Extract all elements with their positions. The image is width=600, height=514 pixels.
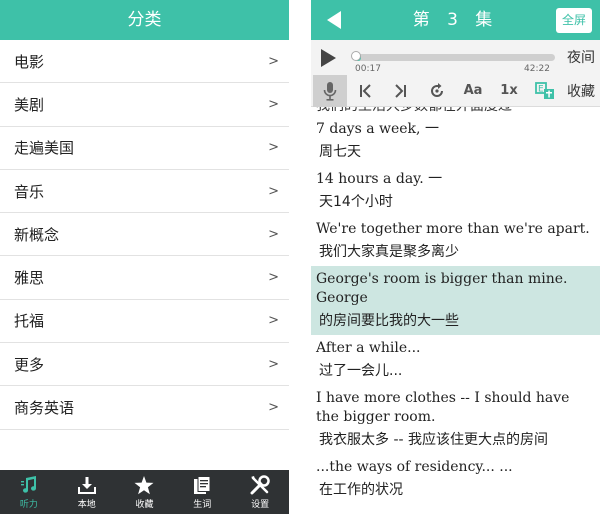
category-label: 商务英语 [14, 399, 75, 418]
subtitle-list: 我们的生活大多数都在外面度过 7 days a week, 一 周七天 14 h… [311, 107, 600, 514]
subtitle-english: We're together more than we're apart. [316, 221, 590, 237]
category-label: 电影 [14, 52, 45, 71]
star-icon [134, 474, 154, 496]
tab-listening[interactable]: 听力 [0, 470, 58, 514]
elapsed-time: 00:17 [355, 64, 381, 74]
chevron-right-icon: > [268, 356, 279, 372]
subtitle-chinese: 在工作的状况 [319, 482, 403, 498]
subtitle-english: George's room is bigger than mine. Georg… [316, 271, 568, 306]
subtitle-english: After a while... [316, 340, 421, 356]
next-sentence-icon[interactable] [383, 75, 419, 107]
category-item[interactable]: 走遍美国 > [0, 127, 289, 170]
category-item[interactable]: 新概念 > [0, 213, 289, 257]
category-label: 音乐 [14, 182, 45, 201]
audio-player: 00:17 42:22 夜间 [311, 40, 600, 75]
chevron-right-icon: > [268, 183, 279, 199]
player-toolbar: Aa 1x E 收藏 [311, 74, 600, 107]
tab-settings[interactable]: 设置 [231, 470, 289, 514]
play-icon[interactable] [318, 48, 338, 72]
tab-label: 设置 [251, 500, 270, 510]
microphone-icon[interactable] [313, 74, 347, 107]
chevron-right-icon: > [268, 226, 279, 242]
document-icon [193, 474, 211, 496]
tab-vocabulary[interactable]: 生词 [173, 470, 231, 514]
category-label: 托福 [14, 312, 45, 331]
repeat-icon[interactable] [419, 75, 455, 107]
subtitle-segment[interactable]: 14 hours a day. 一 天14个小时 [311, 166, 600, 216]
chevron-right-icon: > [268, 53, 279, 69]
player-screen: 第 3 集 全屏 00:17 42:22 夜间 Aa 1x E 收藏 7 day… [311, 0, 600, 514]
tab-label: 生词 [193, 500, 212, 510]
fullscreen-button[interactable]: 全屏 [555, 8, 592, 33]
category-label: 新概念 [14, 225, 60, 244]
bottom-tab-bar: 听力 本地 收藏 生词 设置 [0, 470, 289, 514]
translate-icon[interactable]: E [527, 75, 563, 107]
subtitle-chinese: 我衣服太多 -- 我应该住更大点的房间 [319, 432, 549, 448]
subtitle-english: 7 days a week, 一 [316, 121, 439, 137]
category-item[interactable]: 美剧 > [0, 83, 289, 127]
subtitle-chinese: 我们大家真是聚多离少 [319, 244, 459, 260]
tab-label: 收藏 [135, 500, 154, 510]
page-title: 分类 [127, 10, 162, 30]
category-header: 分类 [0, 0, 289, 40]
category-label: 雅思 [14, 269, 45, 288]
subtitle-segment[interactable]: After a while... 过了一会儿... [311, 335, 600, 385]
subtitle-segment[interactable]: ...the ways of residency... ... 在工作的状况 [311, 454, 600, 504]
chevron-right-icon: > [268, 270, 279, 286]
music-note-icon [20, 474, 38, 496]
player-header: 第 3 集 全屏 [311, 0, 600, 40]
previous-sentence-icon[interactable] [347, 75, 383, 107]
tab-label: 本地 [77, 500, 96, 510]
download-icon [77, 474, 96, 496]
chevron-right-icon: > [268, 140, 279, 156]
category-label: 走遍美国 [14, 139, 75, 158]
total-time: 42:22 [524, 64, 550, 74]
category-item[interactable]: 更多 > [0, 343, 289, 387]
chevron-right-icon: > [268, 400, 279, 416]
svg-text:E: E [538, 84, 544, 94]
subtitle-segment-current[interactable]: George's room is bigger than mine. Georg… [311, 266, 600, 335]
chevron-right-icon: > [268, 313, 279, 329]
progress-track[interactable] [355, 54, 555, 61]
category-label: 美剧 [14, 95, 45, 114]
subtitle-chinese: 周七天 [319, 144, 361, 160]
subtitle-chinese: 天14个小时 [319, 194, 393, 210]
screen-divider [289, 0, 311, 514]
back-arrow-icon[interactable] [325, 9, 347, 31]
subtitle-english: 14 hours a day. 一 [316, 171, 443, 187]
category-item[interactable]: 音乐 > [0, 170, 289, 214]
tab-favorites[interactable]: 收藏 [116, 470, 174, 514]
progress-handle[interactable] [351, 51, 361, 61]
subtitle-segment[interactable]: We're together more than we're apart. 我们… [311, 216, 600, 266]
category-item[interactable]: 托福 > [0, 300, 289, 344]
category-item[interactable]: 电影 > [0, 40, 289, 84]
category-label: 更多 [14, 355, 45, 374]
subtitle-segment[interactable]: I have more clothes -- I should have the… [311, 385, 600, 454]
favorite-button[interactable]: 收藏 [567, 81, 595, 101]
chevron-right-icon: > [268, 96, 279, 112]
subtitle-english: ...the ways of residency... ... [316, 459, 513, 475]
tab-label: 听力 [19, 500, 38, 510]
subtitle-chinese: 的房间要比我的大一些 [319, 313, 459, 329]
clipped-subtitle-line: 我们的生活大多数都在外面度过 [316, 107, 512, 115]
subtitle-english: I have more clothes -- I should have the… [316, 390, 570, 425]
playback-speed-button[interactable]: 1x [491, 75, 527, 107]
subtitle-segment[interactable]: 7 days a week, 一 周七天 [311, 116, 600, 166]
night-mode-button[interactable]: 夜间 [567, 47, 595, 67]
category-screen: 分类 电影 > 美剧 > 走遍美国 > 音乐 > 新概念 > 雅思 > 托福 > 更多 > 商务… [0, 0, 289, 514]
category-item[interactable]: 商务英语 > [0, 386, 289, 430]
subtitle-chinese: 过了一会儿... [319, 363, 403, 379]
category-list: 电影 > 美剧 > 走遍美国 > 音乐 > 新概念 > 雅思 > 托福 > 更多 > 商务英语 > [0, 40, 289, 430]
tools-icon [250, 474, 270, 496]
tab-local[interactable]: 本地 [58, 470, 116, 514]
category-item[interactable]: 雅思 > [0, 256, 289, 300]
font-size-button[interactable]: Aa [455, 75, 491, 107]
